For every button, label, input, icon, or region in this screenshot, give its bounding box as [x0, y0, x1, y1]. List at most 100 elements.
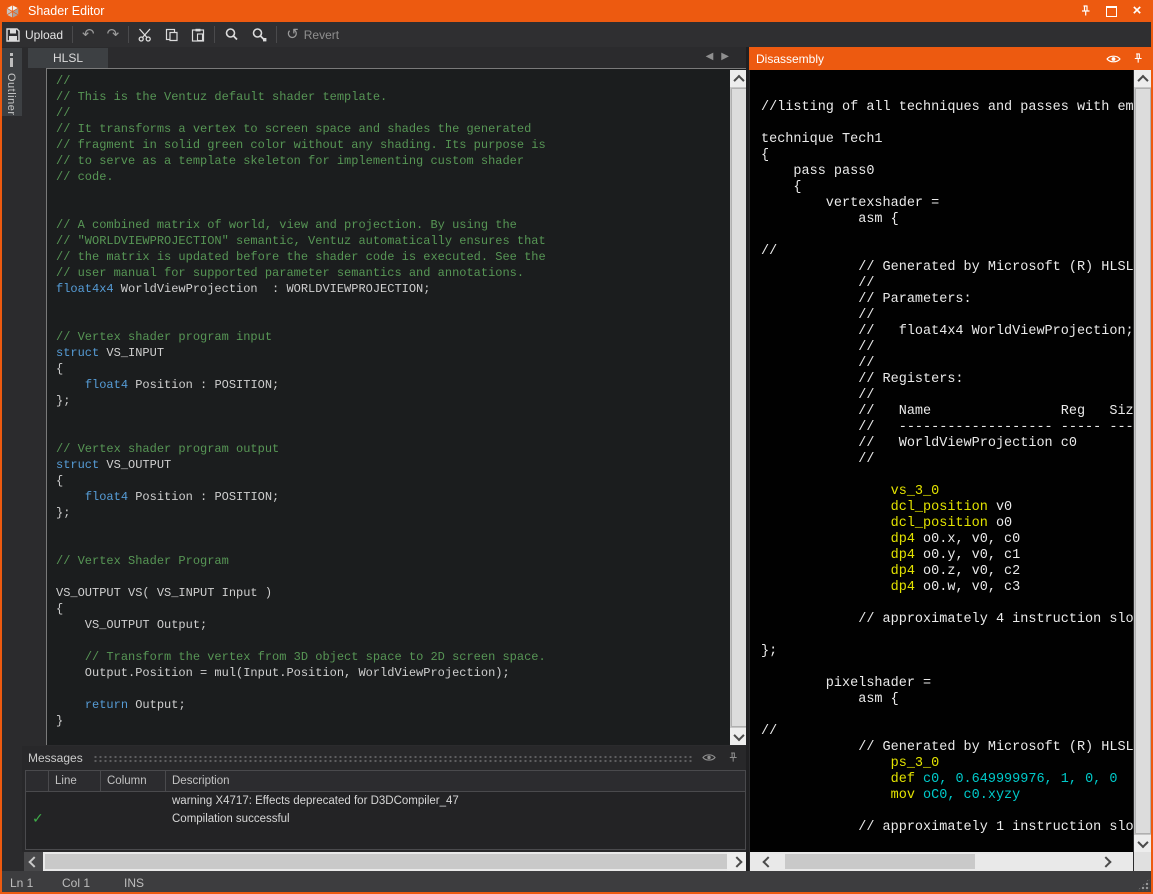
cut-icon [138, 28, 153, 42]
disassembly-line [761, 84, 1133, 100]
search-button[interactable] [218, 22, 245, 47]
revert-button[interactable]: ↺ Revert [280, 22, 345, 47]
toolbar-separator [72, 26, 73, 43]
disassembly-line: // float4x4 WorldViewProjection; [761, 324, 1133, 340]
cut-button[interactable] [132, 22, 159, 47]
disassembly-line: dp4 o0.x, v0, c0 [761, 532, 1133, 548]
disassembly-line: // [761, 308, 1133, 324]
disassembly-line [761, 468, 1133, 484]
scroll-up-button[interactable] [1134, 70, 1152, 87]
messages-table: Line Column Description warning X4717: E… [25, 770, 746, 850]
disassembly-pin-icon[interactable] [1133, 53, 1143, 64]
search-next-icon [251, 27, 267, 42]
column-header-line[interactable]: Line [49, 771, 101, 791]
disassembly-line: dcl_position o0 [761, 516, 1133, 532]
hlsl-tab-label: HLSL [53, 51, 83, 65]
status-line: Ln 1 [10, 876, 62, 890]
disassembly-horizontal-scrollbar[interactable] [750, 852, 1133, 871]
close-button[interactable]: × [1129, 3, 1145, 19]
code-line: // the matrix is updated before the shad… [56, 249, 729, 265]
message-row[interactable]: ✓Compilation successful [26, 810, 745, 828]
redo-button[interactable]: ↷ [101, 22, 126, 47]
tab-hlsl[interactable]: HLSL [28, 48, 108, 68]
revert-label: Revert [304, 28, 339, 42]
column-header-column[interactable]: Column [101, 771, 166, 791]
disassembly-line: vertexshader = [761, 196, 1133, 212]
code-line: VS_OUTPUT Output; [56, 617, 729, 633]
disassembly-line: // [761, 452, 1133, 468]
scrollbar-thumb[interactable] [45, 854, 731, 869]
disassembly-line: asm { [761, 212, 1133, 228]
scroll-left-button[interactable] [758, 852, 777, 871]
disassembly-vertical-scrollbar[interactable] [1134, 70, 1152, 852]
disassembly-line: // Parameters: [761, 292, 1133, 308]
paste-button[interactable] [185, 22, 211, 47]
tab-scroll-arrows[interactable]: ◀▶ [706, 51, 737, 62]
disassembly-line: // approximately 1 instruction slot [761, 820, 1133, 836]
disassembly-line [761, 628, 1133, 644]
resize-grip[interactable] [1137, 878, 1150, 891]
scroll-left-button[interactable] [24, 852, 43, 871]
messages-table-header: Line Column Description [26, 771, 745, 792]
code-line: // It transforms a vertex to screen spac… [56, 121, 729, 137]
disassembly-title: Disassembly [756, 52, 824, 66]
code-line [56, 409, 729, 425]
code-line: struct VS_OUTPUT [56, 457, 729, 473]
undo-button[interactable]: ↶ [76, 22, 101, 47]
disassembly-line [761, 596, 1133, 612]
tab-scroll-right-icon[interactable]: ▶ [721, 51, 737, 62]
scroll-right-button[interactable] [727, 852, 746, 871]
copy-icon [165, 28, 179, 42]
disassembly-scrollbar-thumb[interactable] [1135, 88, 1151, 834]
search-next-button[interactable] [245, 22, 273, 47]
code-line [56, 633, 729, 649]
messages-horizontal-scrollbar[interactable] [24, 852, 746, 871]
column-header-description[interactable]: Description [166, 771, 745, 791]
code-line: }; [56, 505, 729, 521]
maximize-button[interactable] [1103, 3, 1119, 19]
code-line: // fragment in solid green color without… [56, 137, 729, 153]
code-line: // code. [56, 169, 729, 185]
code-line: } [56, 713, 729, 729]
disassembly-line: //listing of all techniques and passes w… [761, 100, 1133, 116]
code-line: // A combined matrix of world, view and … [56, 217, 729, 233]
disassembly-line: // [761, 356, 1133, 372]
success-check-icon: ✓ [32, 811, 44, 827]
panel-splitter[interactable] [746, 47, 749, 872]
disassembly-line: technique Tech1 [761, 132, 1133, 148]
copy-button[interactable] [159, 22, 185, 47]
panel-drag-handle[interactable] [93, 755, 692, 763]
toolbar-separator [276, 26, 277, 43]
app-logo-icon [5, 4, 20, 19]
disassembly-line: dp4 o0.w, v0, c3 [761, 580, 1133, 596]
code-line [56, 425, 729, 441]
code-line: { [56, 361, 729, 377]
upload-button[interactable]: Upload [0, 22, 69, 47]
revert-icon: ↺ [286, 27, 299, 42]
scroll-right-button[interactable] [1096, 852, 1115, 871]
disassembly-line [761, 804, 1133, 820]
messages-header: Messages [22, 746, 748, 769]
column-header-status[interactable] [26, 771, 49, 791]
tab-scroll-left-icon[interactable]: ◀ [706, 51, 722, 62]
code-line: // Vertex shader program output [56, 441, 729, 457]
messages-pin-icon[interactable] [728, 752, 738, 763]
disassembly-eye-icon[interactable] [1106, 54, 1121, 64]
scrollbar-thumb[interactable] [785, 854, 975, 869]
title-bar: Shader Editor × [0, 0, 1153, 22]
code-editor[interactable]: //// This is the Ventuz default shader t… [46, 68, 748, 745]
disassembly-header: Disassembly [749, 47, 1153, 70]
sidebar-tab-outliner[interactable]: Outliner [0, 48, 22, 116]
code-line [56, 313, 729, 329]
code-text-area[interactable]: //// This is the Ventuz default shader t… [48, 70, 729, 745]
code-line: // Vertex Shader Program [56, 553, 729, 569]
pin-window-button[interactable] [1077, 3, 1093, 19]
undo-icon: ↶ [82, 27, 95, 42]
scroll-down-button[interactable] [1134, 835, 1152, 852]
messages-eye-icon[interactable] [702, 753, 716, 762]
disassembly-line: asm { [761, 692, 1133, 708]
window-title: Shader Editor [28, 4, 104, 18]
editor-scrollbar-thumb[interactable] [731, 88, 747, 727]
disassembly-line: // Generated by Microsoft (R) HLSL [761, 740, 1133, 756]
message-row[interactable]: warning X4717: Effects deprecated for D3… [26, 792, 745, 810]
